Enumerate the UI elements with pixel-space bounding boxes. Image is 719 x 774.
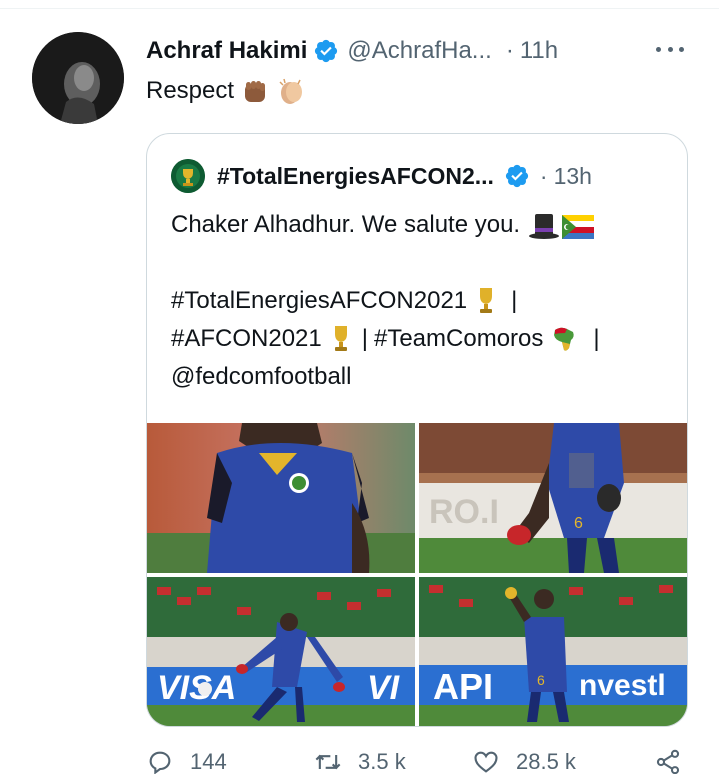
more-options-icon[interactable] <box>654 36 686 62</box>
pipe-separator: | <box>361 325 368 352</box>
pipe-separator: | <box>593 325 600 352</box>
photo-player-closeup[interactable] <box>147 423 415 573</box>
hashtag-totalenergiesafcon2021[interactable]: #TotalEnergiesAFCON2021 <box>171 282 467 320</box>
quoted-tweet-text: Chaker Alhadhur. We salute you. #TotalEn… <box>171 206 671 396</box>
author-handle[interactable]: @AchrafHa... <box>347 37 491 65</box>
quoted-tweet-header: #TotalEnergiesAFCON2... · 13h <box>171 158 592 194</box>
quoted-tweet-timestamp[interactable]: 13h <box>554 163 592 190</box>
trophy-icon <box>330 324 352 354</box>
clapping-hands-medium-light-icon <box>276 76 306 106</box>
fist-medium-dark-icon <box>240 76 270 106</box>
comoros-flag-icon <box>562 213 595 239</box>
jersey-number: 6 <box>574 515 583 532</box>
reply-button[interactable]: 144 <box>146 748 227 774</box>
pipe-separator: | <box>511 287 518 314</box>
tweet-text-content: Respect <box>146 77 235 104</box>
photo-player-running-stadium[interactable]: VISA VI <box>147 577 415 726</box>
hashtag-afcon2021[interactable]: #AFCON2021 <box>171 320 322 358</box>
retweet-button[interactable]: 3.5 k <box>314 748 406 774</box>
photo-grid: RO.I 6 VISA VI API nvestl 6 <box>147 423 687 726</box>
heart-icon <box>474 751 498 773</box>
verified-badge-icon <box>504 163 530 189</box>
like-count: 28.5 k <box>516 749 576 774</box>
tweet-header: Achraf Hakimi @AchrafHa... · 11h <box>146 34 558 68</box>
share-icon <box>656 749 680 774</box>
author-name[interactable]: Achraf Hakimi <box>146 37 307 65</box>
reply-icon <box>149 751 171 774</box>
verified-badge-icon <box>313 38 339 64</box>
separator-dot: · <box>505 37 514 64</box>
photo-player-goalkeeper-gloves[interactable]: RO.I 6 <box>419 423 687 573</box>
photo-overlay-text: RO.I <box>429 493 499 531</box>
jersey-number: 6 <box>537 672 545 688</box>
photo-player-celebrating[interactable]: API nvestl 6 <box>419 577 687 726</box>
author-avatar[interactable] <box>32 32 124 124</box>
photo-overlay-text-2: VI <box>367 669 401 707</box>
quoted-text-line1: Chaker Alhadhur. We salute you. <box>171 211 521 238</box>
africa-map-icon <box>549 324 579 354</box>
photo-overlay-text: VISA <box>157 669 236 707</box>
hashtag-teamcomoros[interactable]: #TeamComoros <box>374 320 543 358</box>
tweet-actions-bar: 144 3.5 k 28.5 k <box>146 748 696 774</box>
tweet-timestamp[interactable]: 11h <box>520 37 558 65</box>
retweet-count: 3.5 k <box>358 749 406 774</box>
separator-dot: · <box>539 162 548 189</box>
quoted-tweet-card[interactable]: #TotalEnergiesAFCON2... · 13h Chaker Alh… <box>146 133 688 727</box>
photo-overlay-text: API <box>433 666 493 707</box>
share-button[interactable] <box>654 748 682 774</box>
retweet-icon <box>315 754 341 770</box>
quoted-author-avatar <box>171 159 205 193</box>
like-button[interactable]: 28.5 k <box>472 748 576 774</box>
tweet-text: Respect <box>146 76 306 106</box>
top-divider <box>0 8 719 9</box>
top-hat-icon <box>528 210 560 240</box>
photo-overlay-text-2: nvestl <box>579 669 666 702</box>
mention-fedcomfootball[interactable]: @fedcomfootball <box>171 358 351 396</box>
trophy-icon <box>475 286 497 316</box>
quoted-author-name[interactable]: #TotalEnergiesAFCON2... <box>217 163 494 190</box>
reply-count: 144 <box>190 749 227 774</box>
